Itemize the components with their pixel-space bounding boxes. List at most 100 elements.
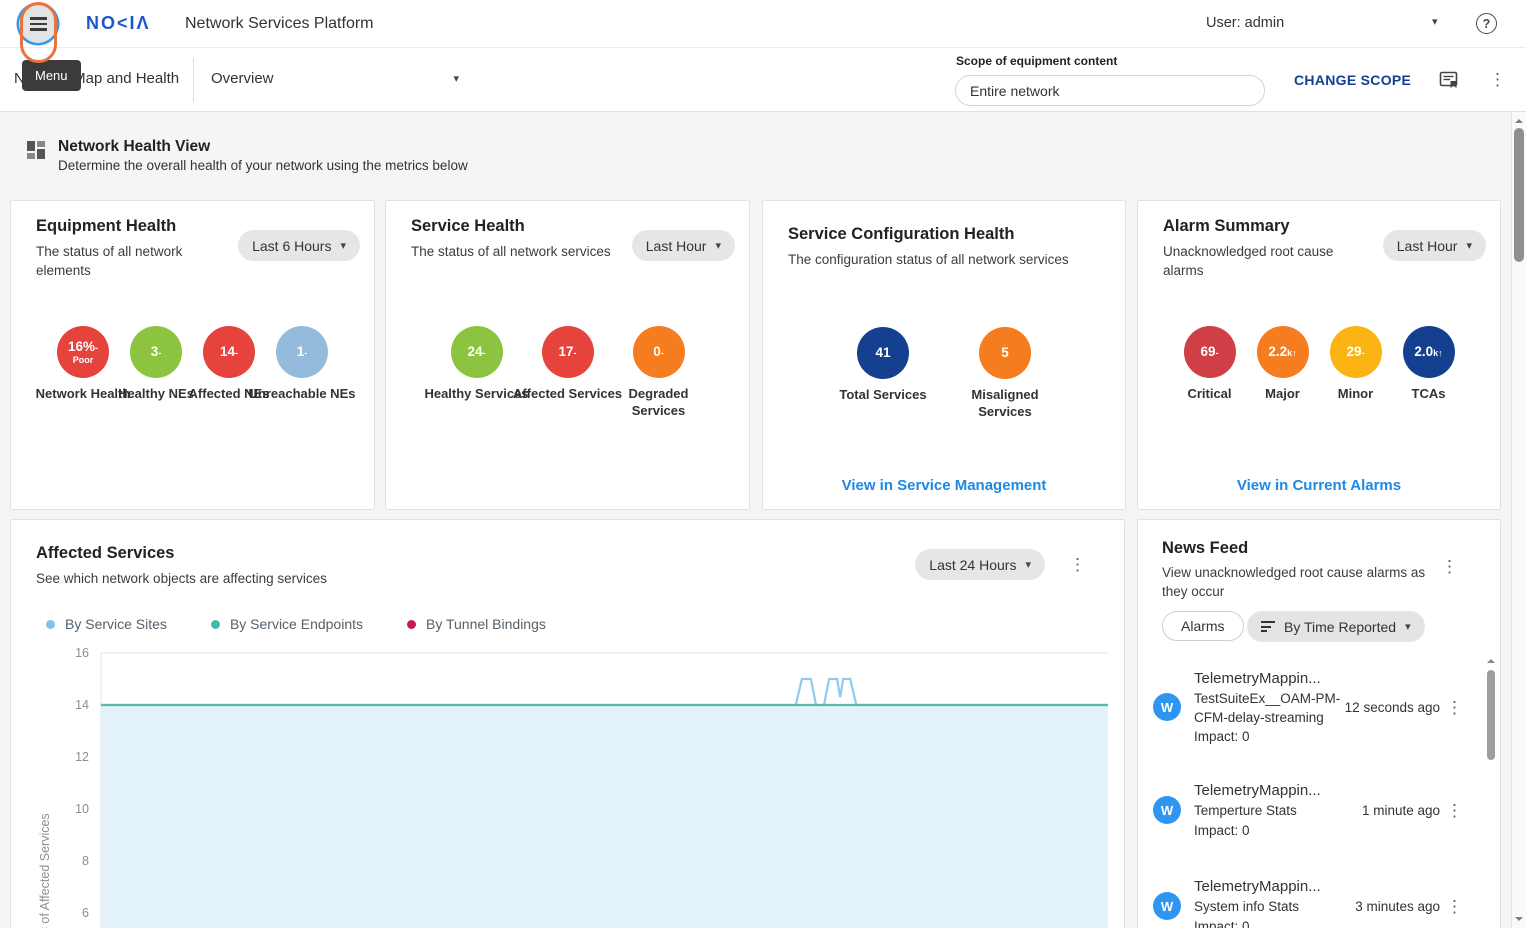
nav-more-options-icon[interactable]: ⋮: [1489, 71, 1506, 88]
hamburger-menu-button[interactable]: [19, 5, 57, 43]
metric-circle: 0-: [633, 326, 685, 378]
nav-divider: [193, 58, 194, 102]
chevron-down-icon: ▾: [340, 239, 346, 252]
legend-by-tunnel-bindings[interactable]: By Tunnel Bindings: [407, 616, 546, 632]
news-item-title: TelemetryMappin...: [1194, 780, 1352, 801]
hamburger-icon: [30, 17, 47, 20]
news-more-options-icon[interactable]: ⋮: [1441, 558, 1458, 575]
dashboard-icon: [27, 141, 45, 159]
scrollbar-thumb[interactable]: [1514, 128, 1524, 262]
nav-bar: Network Map and Health Overview ▾ Scope …: [0, 48, 1526, 112]
affected-services-chart: 1614121086: [61, 646, 1108, 928]
top-bar: NO<IΛ Network Services Platform User: ad…: [0, 0, 1526, 48]
svg-text:14: 14: [75, 698, 89, 712]
alarms-filter-button[interactable]: Alarms: [1162, 611, 1244, 641]
metric-misaligned-services: 5 Misaligned Services: [944, 327, 1066, 421]
news-item-impact: Impact: 0: [1194, 821, 1352, 840]
news-item-time: 3 minutes ago: [1355, 899, 1440, 914]
service-configuration-health-card: Service Configuration Health The configu…: [762, 200, 1126, 510]
svg-text:8: 8: [82, 854, 89, 868]
report-icon[interactable]: [1439, 70, 1459, 90]
card-title: Service Health: [411, 217, 525, 236]
help-icon[interactable]: ?: [1476, 13, 1497, 34]
news-item-title: TelemetryMappin...: [1194, 876, 1352, 897]
view-in-current-alarms-link[interactable]: View in Current Alarms: [1138, 477, 1500, 494]
news-item-detail: Temperture Stats: [1194, 801, 1352, 820]
view-selector-value: Overview: [211, 70, 274, 87]
warning-avatar: W: [1153, 892, 1181, 920]
change-scope-button[interactable]: CHANGE SCOPE: [1294, 72, 1411, 88]
legend-by-service-sites[interactable]: By Service Sites: [46, 616, 167, 632]
card-subtitle: The status of all network services: [411, 243, 611, 262]
news-item-options-icon[interactable]: ⋮: [1446, 699, 1463, 716]
service-time-range-dropdown[interactable]: Last Hour▾: [632, 230, 735, 261]
metric-circle: 2.0k↑: [1403, 326, 1455, 378]
chevron-down-icon: ▾: [1466, 239, 1472, 252]
legend-dot: [46, 620, 55, 629]
news-scrollbar-up-icon[interactable]: [1487, 659, 1495, 663]
chart-y-axis-label: # of Affected Services: [38, 813, 52, 928]
news-feed-card: News Feed View unacknowledged root cause…: [1137, 519, 1501, 928]
sort-dropdown[interactable]: By Time Reported ▾: [1247, 611, 1425, 642]
user-menu-caret-icon[interactable]: ▾: [1432, 15, 1438, 28]
news-item-detail: System info Stats: [1194, 897, 1352, 916]
affected-services-card: Affected Services See which network obje…: [10, 519, 1125, 928]
page-scrollbar[interactable]: [1511, 112, 1526, 928]
card-title: Service Configuration Health: [788, 225, 1014, 244]
scrollbar-down-icon[interactable]: [1515, 917, 1523, 921]
chevron-down-icon: ▾: [1405, 620, 1411, 633]
news-scrollbar-thumb[interactable]: [1487, 670, 1495, 760]
news-item-detail: TestSuiteEx__OAM-PM-CFM-delay-streaming: [1194, 689, 1352, 727]
user-menu[interactable]: User: admin: [1206, 15, 1284, 31]
nsp-dashboard: NO<IΛ Network Services Platform User: ad…: [0, 0, 1526, 928]
affected-time-range-dropdown[interactable]: Last 24 Hours▾: [915, 549, 1045, 580]
sort-icon: [1261, 621, 1275, 632]
news-item[interactable]: W TelemetryMappin... Temperture Stats Im…: [1138, 778, 1500, 842]
card-title: Affected Services: [36, 544, 175, 563]
view-in-service-management-link[interactable]: View in Service Management: [763, 477, 1125, 494]
card-title: Equipment Health: [36, 217, 176, 236]
metric-circle: 29-: [1330, 326, 1382, 378]
metric-circle: 41: [857, 327, 909, 379]
metric-circle: 24-: [451, 326, 503, 378]
svg-text:10: 10: [75, 802, 89, 816]
svg-text:12: 12: [75, 750, 89, 764]
metric-circle: 3-: [130, 326, 182, 378]
news-item-options-icon[interactable]: ⋮: [1446, 802, 1463, 819]
card-title: Alarm Summary: [1163, 217, 1290, 236]
metric-healthy-services: 24- Healthy Services: [431, 326, 522, 420]
news-item[interactable]: W TelemetryMappin... System info Stats I…: [1138, 874, 1500, 928]
scrollbar-up-icon[interactable]: [1515, 119, 1523, 123]
equipment-time-range-dropdown[interactable]: Last 6 Hours▾: [238, 230, 360, 261]
metric-circle: 17-: [542, 326, 594, 378]
news-item-options-icon[interactable]: ⋮: [1446, 898, 1463, 915]
scope-input[interactable]: [955, 75, 1265, 106]
card-subtitle: The status of all network elements: [36, 243, 236, 281]
svg-text:16: 16: [75, 646, 89, 660]
metric-circle: 2.2k↑: [1257, 326, 1309, 378]
section-subtitle: Determine the overall health of your net…: [58, 158, 468, 173]
metric-circle: 16%- Poor: [57, 326, 109, 378]
metric-unreachable-nes: 1- Unreachable NEs: [266, 326, 339, 403]
metric-circle: 5: [979, 327, 1031, 379]
chevron-down-icon: ▾: [1025, 558, 1031, 571]
metric-degraded-services: 0- Degraded Services: [613, 326, 704, 420]
app-title: Network Services Platform: [185, 15, 374, 33]
alarm-time-range-dropdown[interactable]: Last Hour▾: [1383, 230, 1486, 261]
metric-total-services: 41 Total Services: [822, 327, 944, 421]
card-subtitle: See which network objects are affecting …: [36, 570, 436, 589]
legend-by-service-endpoints[interactable]: By Service Endpoints: [211, 616, 363, 632]
service-health-card: Service Health The status of all network…: [385, 200, 750, 510]
section-title: Network Health View: [58, 138, 210, 156]
news-item-impact: Impact: 0: [1194, 727, 1352, 746]
chevron-down-icon: ▾: [453, 72, 459, 85]
news-item-title: TelemetryMappin...: [1194, 668, 1352, 689]
card-subtitle: Unacknowledged root cause alarms: [1163, 243, 1348, 281]
news-item[interactable]: W TelemetryMappin... TestSuiteEx__OAM-PM…: [1138, 654, 1500, 760]
nokia-logo: NO<IΛ: [86, 13, 151, 34]
menu-tooltip: Menu: [22, 60, 81, 91]
view-selector[interactable]: Overview ▾: [211, 70, 459, 87]
metric-circle: 1-: [276, 326, 328, 378]
affected-more-options-icon[interactable]: ⋮: [1069, 556, 1086, 573]
card-title: News Feed: [1162, 539, 1248, 558]
